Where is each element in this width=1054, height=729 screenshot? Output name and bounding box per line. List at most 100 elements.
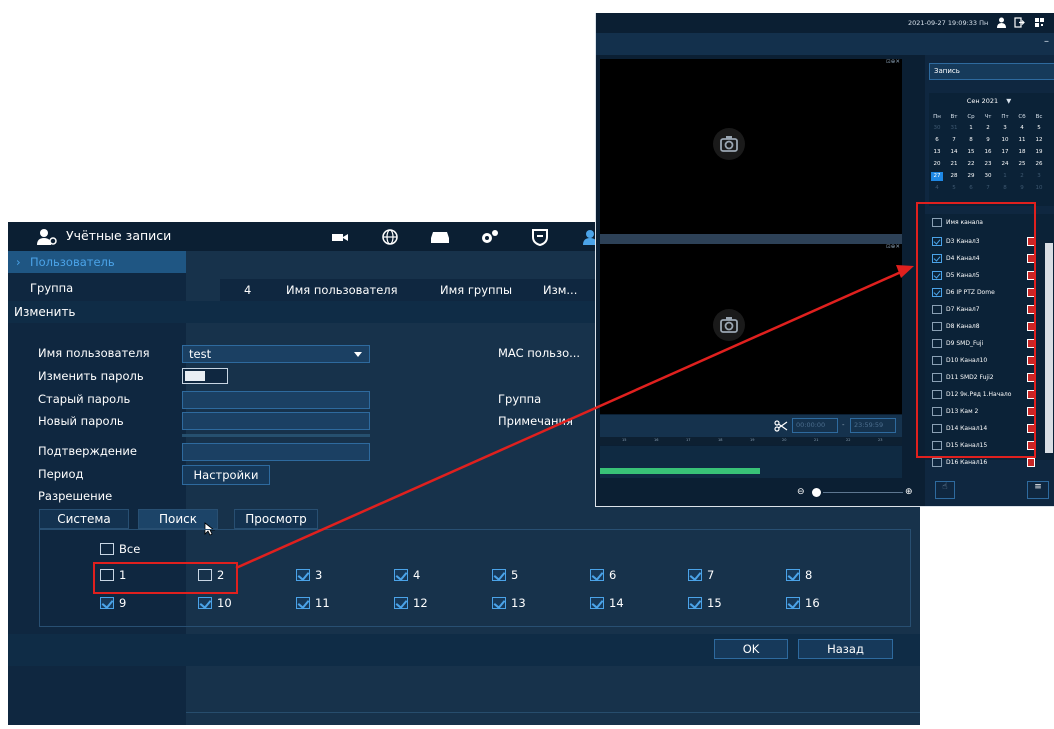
tab-system[interactable]: Система: [39, 509, 129, 529]
calendar-day[interactable]: 11: [1016, 136, 1028, 145]
calendar-day[interactable]: 31: [948, 124, 960, 133]
dialog-footer: OK Назад: [8, 634, 920, 666]
calendar-month[interactable]: Сен 2021: [967, 97, 998, 105]
calendar-day[interactable]: 22: [965, 160, 977, 169]
chevron-right-icon: ›: [16, 255, 21, 269]
calendar-day[interactable]: 7: [982, 184, 994, 193]
calendar-day[interactable]: 8: [965, 136, 977, 145]
calendar-day[interactable]: 21: [948, 160, 960, 169]
period-settings-button[interactable]: Настройки: [182, 465, 270, 485]
back-button[interactable]: Назад: [798, 639, 893, 659]
record-icon[interactable]: [1027, 458, 1035, 467]
calendar-day[interactable]: 10: [999, 136, 1011, 145]
record-type-select[interactable]: Запись: [929, 63, 1054, 80]
timeline-tick-label: 17: [686, 438, 691, 442]
channel-list-scrollbar[interactable]: [1045, 243, 1053, 453]
logout-icon[interactable]: [1014, 17, 1025, 28]
security-icon[interactable]: [530, 228, 550, 246]
password-strength-bar: [182, 434, 370, 437]
column-count: 4: [244, 283, 252, 297]
calendar-day[interactable]: 25: [1016, 160, 1028, 169]
chevron-down-icon: [354, 352, 362, 357]
confirm-password-field[interactable]: [182, 443, 370, 461]
calendar-day[interactable]: 1: [999, 172, 1011, 181]
column-username: Имя пользователя: [286, 283, 398, 297]
timeline-tick-label: 23: [878, 438, 883, 442]
timeline-track[interactable]: [600, 446, 902, 478]
ok-button[interactable]: OK: [714, 639, 788, 659]
playback-top-bar: 2021-09-27 19:09:33 Пн: [596, 13, 1054, 33]
calendar-day[interactable]: 23: [982, 160, 994, 169]
clip-start-time[interactable]: 00:00:00: [792, 418, 838, 433]
clip-end-time[interactable]: 23:59:59: [850, 418, 896, 433]
camera-icon[interactable]: [330, 228, 350, 246]
calendar-day[interactable]: 5: [1033, 124, 1045, 133]
calendar-day[interactable]: 2: [982, 124, 994, 133]
zoom-in-icon[interactable]: ⊕: [905, 487, 913, 497]
calendar-day[interactable]: 27: [931, 172, 943, 181]
calendar-day[interactable]: 26: [1033, 160, 1045, 169]
user-icon[interactable]: [996, 17, 1007, 28]
calendar-day[interactable]: 2: [1016, 172, 1028, 181]
calendar-day[interactable]: 16: [982, 148, 994, 157]
settings-icon[interactable]: [480, 228, 500, 246]
username-select[interactable]: test: [182, 345, 370, 363]
sidebar-item-user[interactable]: › Пользователь: [8, 251, 186, 273]
thumbs-icon[interactable]: ☝: [935, 481, 955, 499]
storage-icon[interactable]: [430, 228, 450, 246]
calendar-day[interactable]: 28: [948, 172, 960, 181]
user-settings-icon: [37, 229, 57, 245]
minimize-icon[interactable]: –: [1044, 36, 1049, 47]
calendar-day[interactable]: 8: [999, 184, 1011, 193]
calendar-day[interactable]: 30: [931, 124, 943, 133]
channel-item[interactable]: D16 Канал16: [929, 456, 1035, 470]
scissors-icon[interactable]: [774, 419, 788, 433]
playback-subbar: –: [596, 33, 1054, 55]
qr-code-icon[interactable]: [1034, 17, 1045, 28]
side-panel-buttons: ☝ ≡: [925, 473, 1054, 506]
weekday-label: Сб: [1018, 114, 1026, 120]
calendar-day[interactable]: 29: [965, 172, 977, 181]
calendar-day[interactable]: 12: [1033, 136, 1045, 145]
zoom-slider-handle[interactable]: [812, 488, 821, 497]
calendar-day[interactable]: 4: [1016, 124, 1028, 133]
calendar-day[interactable]: 5: [948, 184, 960, 193]
old-password-label: Старый пароль: [38, 392, 131, 406]
calendar-day[interactable]: 14: [948, 148, 960, 157]
tab-view[interactable]: Просмотр: [234, 509, 318, 529]
calendar-day[interactable]: 6: [965, 184, 977, 193]
old-password-field[interactable]: [182, 391, 370, 409]
calendar-day[interactable]: 18: [1016, 148, 1028, 157]
group-label: Группа: [498, 392, 542, 406]
video-pane-1[interactable]: ⊡⊕✕: [600, 59, 902, 234]
calendar-day[interactable]: 17: [999, 148, 1011, 157]
calendar-day[interactable]: 4: [931, 184, 943, 193]
calendar-day[interactable]: 9: [982, 136, 994, 145]
calendar-day[interactable]: 19: [1033, 148, 1045, 157]
video-pane-2[interactable]: ⊡⊕✕: [600, 244, 902, 414]
zoom-slider-track[interactable]: [823, 492, 903, 493]
network-icon[interactable]: [380, 228, 400, 246]
list-icon[interactable]: ≡: [1027, 481, 1049, 499]
calendar-day[interactable]: 20: [931, 160, 943, 169]
new-password-field[interactable]: [182, 412, 370, 430]
calendar-day[interactable]: 3: [1033, 172, 1045, 181]
user-table-header: 4 Имя пользователя Имя группы Изм...: [220, 279, 600, 301]
calendar-day[interactable]: 30: [982, 172, 994, 181]
chevron-down-icon[interactable]: ▼: [1006, 97, 1011, 105]
calendar-day[interactable]: 6: [931, 136, 943, 145]
calendar-day[interactable]: 10: [1033, 184, 1045, 193]
calendar-day[interactable]: 24: [999, 160, 1011, 169]
calendar-day[interactable]: 15: [965, 148, 977, 157]
zoom-out-icon[interactable]: ⊖: [797, 487, 805, 497]
calendar-day[interactable]: 3: [999, 124, 1011, 133]
calendar-day[interactable]: 13: [931, 148, 943, 157]
window-controls-icon[interactable]: ⊡⊕✕: [886, 244, 900, 250]
change-password-toggle[interactable]: [182, 368, 228, 384]
calendar-day[interactable]: 1: [965, 124, 977, 133]
window-controls-icon[interactable]: ⊡⊕✕: [886, 59, 900, 65]
calendar-day[interactable]: 9: [1016, 184, 1028, 193]
sidebar-item-group[interactable]: Группа: [8, 277, 186, 299]
calendar-day[interactable]: 7: [948, 136, 960, 145]
timeline-tick-label: 18: [718, 438, 723, 442]
